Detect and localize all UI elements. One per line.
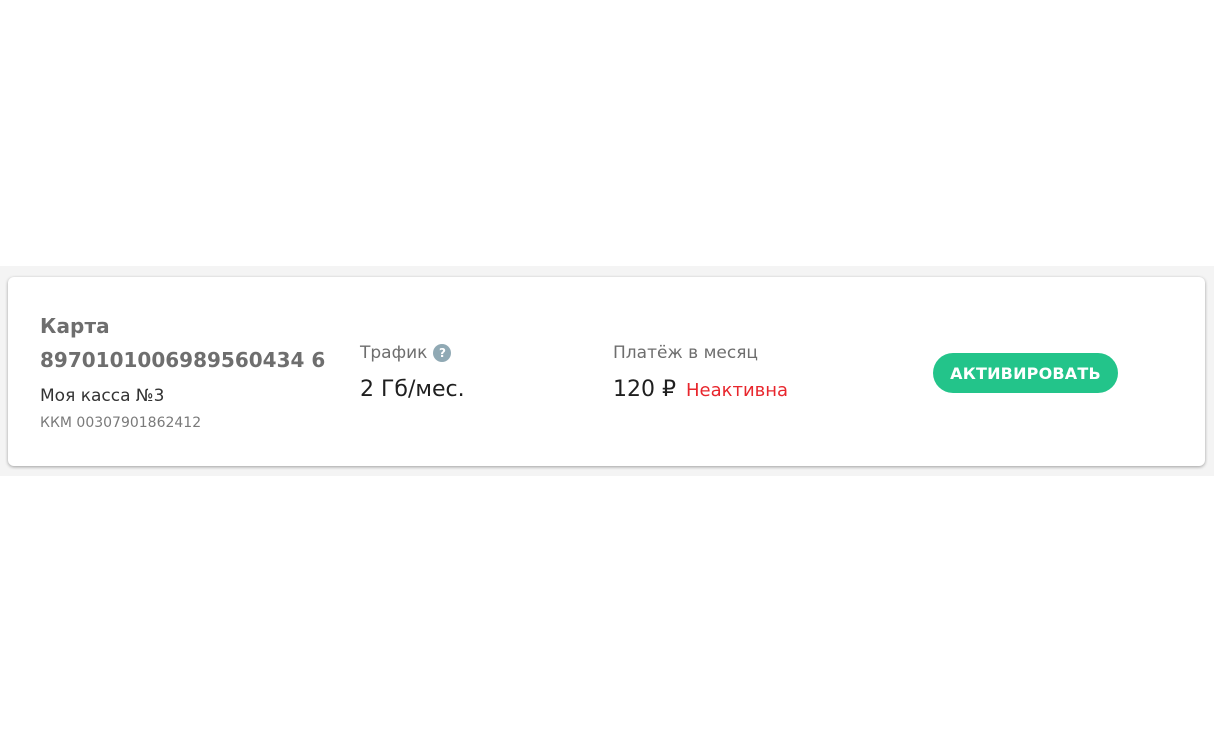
card-number: 8970101006989560434 6 (40, 348, 326, 372)
status-badge: Неактивна (685, 380, 789, 401)
payment-value-row: 120 ₽ Неактивна (613, 375, 893, 406)
payment-label: Платёж в месяц (613, 343, 758, 363)
traffic-label: Трафик (360, 343, 428, 363)
payment-amount: 120 ₽ (613, 377, 676, 402)
kkm-number: ККМ 00307901862412 (40, 415, 202, 431)
activate-button[interactable]: АКТИВИРОВАТЬ (933, 353, 1118, 393)
payment-info: Платёж в месяц 120 ₽ Неактивна (613, 339, 893, 406)
traffic-value: 2 Гб/мес. (360, 377, 465, 402)
card-info: Карта 8970101006989560434 6 Моя касса №3… (40, 309, 340, 433)
sim-card-panel: Карта 8970101006989560434 6 Моя касса №3… (8, 277, 1205, 466)
traffic-label-row: Трафик ? (360, 339, 580, 367)
card-title: Карта (40, 314, 110, 338)
kassa-name: Моя касса №3 (40, 386, 165, 406)
question-circle-icon[interactable]: ? (433, 344, 452, 362)
traffic-info: Трафик ? 2 Гб/мес. (360, 339, 580, 405)
